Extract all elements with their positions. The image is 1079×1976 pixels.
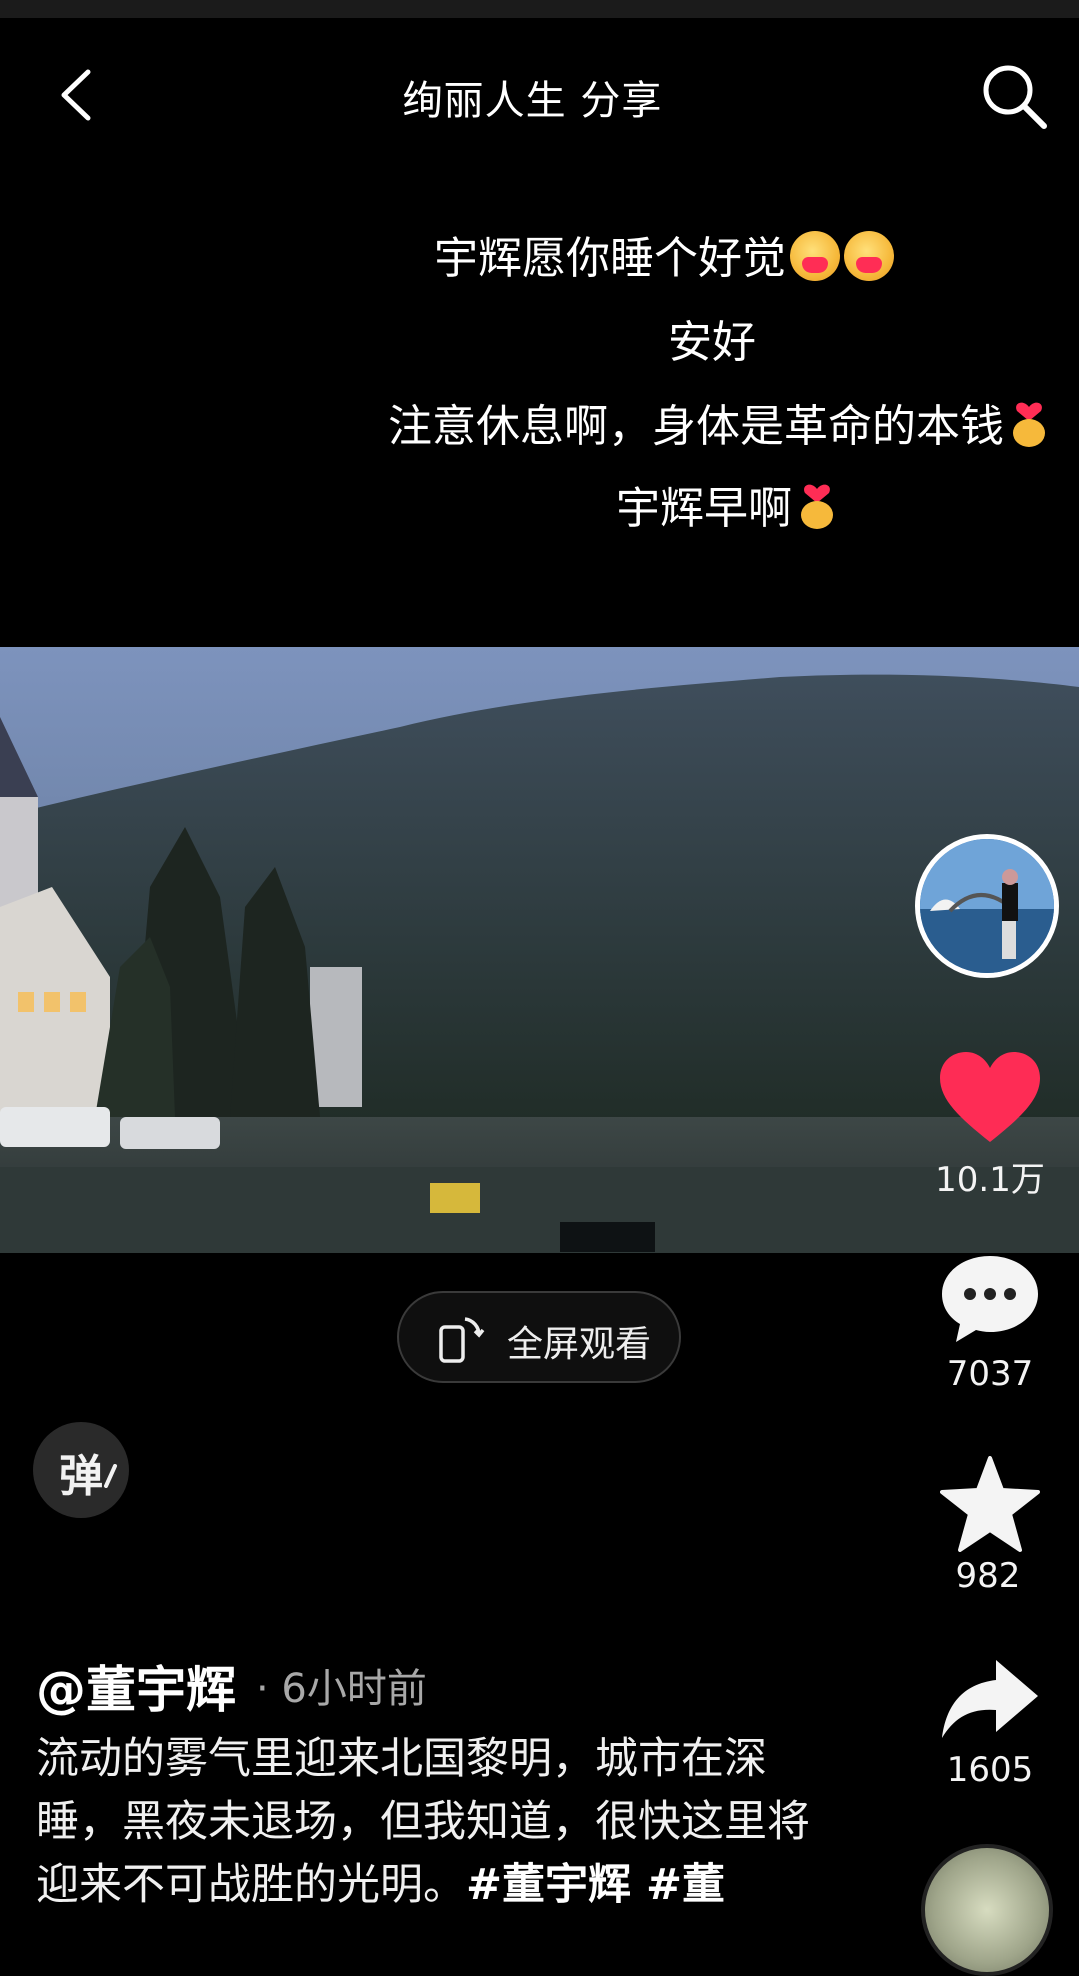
post-time: · 6小时前 (256, 1666, 427, 1712)
share-arrow-icon[interactable] (940, 1656, 1040, 1742)
like-count: 10.1万 (935, 1160, 1045, 1200)
blush-emoji-icon (790, 231, 840, 281)
comment-bubble-icon[interactable] (940, 1254, 1040, 1344)
music-disc[interactable] (921, 1844, 1053, 1976)
search-icon (983, 65, 1047, 129)
author-avatar[interactable] (915, 834, 1059, 978)
page-title[interactable]: 绚丽人生 分享 (0, 68, 1065, 126)
danmaku-slash-icon (104, 1464, 117, 1488)
heart-hands-emoji-icon (1013, 402, 1045, 447)
floating-comment: 宇辉早啊 (616, 472, 838, 536)
favorite-count: 982 (955, 1556, 1021, 1596)
fullscreen-button[interactable]: 全屏观看 (397, 1291, 681, 1383)
comment-text: 注意休息啊，身体是革命的本钱 (388, 401, 1004, 452)
comment-text: 安好 (668, 317, 756, 368)
search-button[interactable] (974, 56, 1054, 136)
comment-text: 宇辉愿你睡个好觉 (434, 233, 786, 284)
favorite-star-icon[interactable] (940, 1456, 1040, 1552)
comment-count: 7037 (946, 1354, 1034, 1394)
comment-text: 宇辉早啊 (616, 483, 792, 534)
post-description[interactable]: 流动的雾气里迎来北国黎明，城市在深睡，黑夜未退场，但我知道，很快这里将迎来不可战… (36, 1728, 816, 1917)
top-bar: 绚丽人生 分享 (0, 40, 1079, 150)
floating-comment: 宇辉愿你睡个好觉 (434, 222, 894, 286)
status-bar (0, 0, 1079, 18)
avatar-image (920, 839, 1054, 973)
floating-comment: 注意休息啊，身体是革命的本钱 (388, 390, 1050, 454)
share-count: 1605 (946, 1750, 1034, 1790)
danmaku-toggle-button[interactable]: 弹 (33, 1422, 129, 1518)
hashtag-links[interactable]: #董宇辉 #董 (466, 1860, 725, 1910)
rotate-phone-icon (439, 1317, 485, 1363)
heart-hands-emoji-icon (801, 484, 833, 529)
fullscreen-label: 全屏观看 (507, 1324, 652, 1365)
author-name[interactable]: @董宇辉 (36, 1650, 236, 1722)
floating-comment: 安好 (668, 306, 756, 370)
like-heart-icon[interactable] (940, 1052, 1040, 1144)
blush-emoji-icon (844, 231, 894, 281)
